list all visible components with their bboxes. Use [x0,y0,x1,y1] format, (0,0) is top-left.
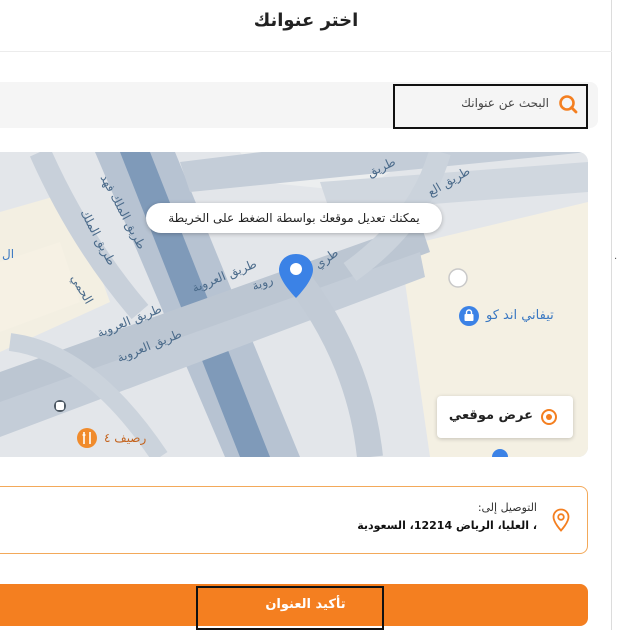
delivery-address: ، العليا، الرياض 12214، السعودية [357,519,537,532]
poi-label-tiffany: تيفاني اند كو [486,308,554,323]
confirm-address-label: تأكيد العنوان [265,597,346,612]
show-my-location-label: عرض موقعي [448,408,533,423]
poi-label-restaurant: رصيف ٤ [104,431,147,445]
location-pin-icon[interactable] [276,252,316,300]
header: اختر عنوانك [0,0,612,52]
page-title: اختر عنوانك [253,10,359,31]
map-edge-label: ال [2,247,15,261]
delivery-address-card: التوصيل إلى: ، العليا، الرياض 12214، الس… [0,486,588,554]
delivery-heading: التوصيل إلى: [477,501,537,514]
show-my-location-button[interactable]: عرض موقعي [437,396,573,438]
address-picker-panel: اختر عنوانك البحث عن عنوانك طريق الملك ف… [0,0,612,630]
map-tooltip: يمكنك تعديل موقعك بواسطة الضغط على الخري… [146,203,442,233]
restaurant-icon [77,428,97,448]
shopping-bag-icon [459,306,479,326]
scroll-edge-marker: · [614,254,618,265]
map-pin-icon [552,508,570,532]
search-placeholder: البحث عن عنوانك [461,96,549,110]
target-icon [541,409,557,425]
search-icon[interactable] [557,93,579,115]
